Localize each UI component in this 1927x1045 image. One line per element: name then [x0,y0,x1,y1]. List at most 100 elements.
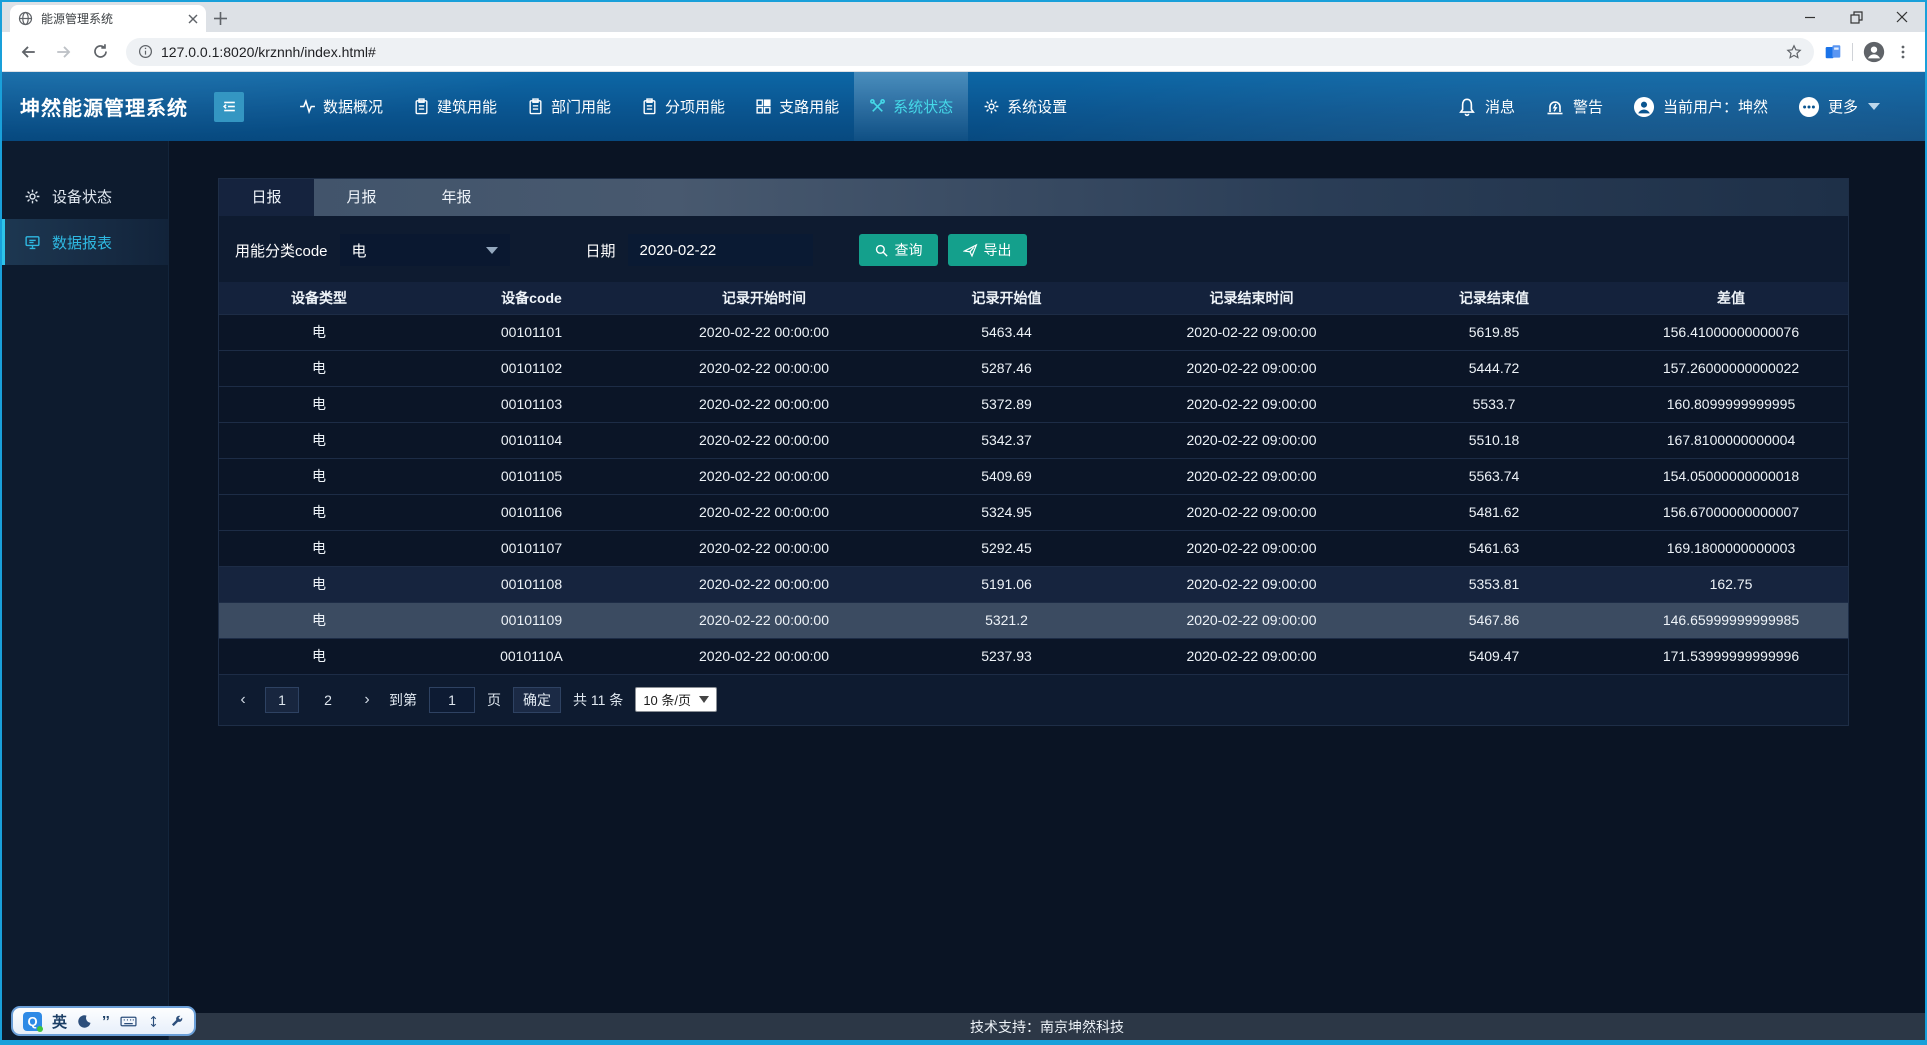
prev-page-icon[interactable]: ‹ [233,691,253,709]
tab-monthly[interactable]: 月报 [314,179,409,216]
profile-avatar-icon[interactable] [1863,41,1885,63]
table-row[interactable]: 电001011062020-02-22 00:00:005324.952020-… [219,494,1848,530]
ellipsis-circle-icon [1798,96,1820,118]
punctuation-icon[interactable]: ’’ [102,1013,110,1030]
gear-icon [983,98,1000,115]
keyboard-icon[interactable] [120,1013,137,1030]
table-row[interactable]: 电001011022020-02-22 00:00:005287.462020-… [219,350,1848,386]
column-header: 记录开始值 [884,282,1129,314]
activity-icon [299,98,316,115]
nav-item-system-status[interactable]: 系统状态 [854,72,968,141]
grid-icon [755,98,772,115]
next-page-icon[interactable]: › [357,691,377,709]
wrench-icon[interactable] [170,1014,184,1028]
browser-window: 能源管理系统 127.0.0.1:8020/krznnh/ [0,0,1927,1045]
page-button-1[interactable]: 1 [265,687,299,713]
tab-daily[interactable]: 日报 [219,179,314,216]
more-label: 更多 [1828,96,1858,117]
app-header: 坤然能源管理系统 数据概况 建筑用能 部门用能 分项用能 支 [2,72,1925,141]
nav-item-system-settings[interactable]: 系统设置 [968,72,1082,141]
siren-icon [1545,97,1565,117]
minimize-button[interactable] [1787,2,1833,32]
messages-label: 消息 [1485,96,1515,117]
nav-item-department-energy[interactable]: 部门用能 [512,72,626,141]
reload-button[interactable] [84,36,116,68]
table-cell: 5481.62 [1374,494,1614,530]
nav-item-data-overview[interactable]: 数据概况 [284,72,398,141]
bookmark-star-icon[interactable] [1786,44,1802,60]
table-cell: 5287.46 [884,350,1129,386]
table-row[interactable]: 电001011082020-02-22 00:00:005191.062020-… [219,566,1848,602]
table-cell: 00101108 [419,566,644,602]
page-info-icon[interactable] [138,44,153,59]
table-cell: 2020-02-22 09:00:00 [1129,458,1374,494]
table-row[interactable]: 电001011012020-02-22 00:00:005463.442020-… [219,314,1848,350]
column-header: 记录开始时间 [644,282,884,314]
clipboard-icon [413,98,430,115]
export-label: 导出 [984,240,1012,260]
current-user[interactable]: 当前用户：坤然 [1633,96,1768,118]
restore-button[interactable] [1833,2,1879,32]
table-cell: 00101102 [419,350,644,386]
column-header: 记录结束时间 [1129,282,1374,314]
tab-title: 能源管理系统 [41,10,180,27]
category-select[interactable]: 电 [340,234,510,266]
app-footer: 技术支持：南京坤然科技 [169,1013,1925,1040]
nav-item-branch-energy[interactable]: 支路用能 [740,72,854,141]
sidebar-toggle-button[interactable] [214,92,244,122]
page-size-select[interactable]: 10 条/页 [635,687,717,712]
layout-toggle-icon[interactable] [147,1015,160,1028]
table-cell: 电 [219,458,419,494]
messages-button[interactable]: 消息 [1457,96,1515,117]
table-row[interactable]: 电001011042020-02-22 00:00:005342.372020-… [219,422,1848,458]
url-text[interactable]: 127.0.0.1:8020/krznnh/index.html# [161,44,1778,60]
nav-label: 分项用能 [665,96,725,117]
table-cell: 5237.93 [884,638,1129,674]
table-cell: 2020-02-22 00:00:00 [644,386,884,422]
page-button-2[interactable]: 2 [311,687,345,713]
more-button[interactable]: 更多 [1798,96,1880,118]
table-cell: 5510.18 [1374,422,1614,458]
nav-item-subitem-energy[interactable]: 分项用能 [626,72,740,141]
sidebar-item-data-report[interactable]: 数据报表 [2,219,168,265]
globe-favicon-icon [18,11,33,26]
table-row[interactable]: 电001011072020-02-22 00:00:005292.452020-… [219,530,1848,566]
moon-icon[interactable] [77,1014,92,1029]
browser-tab[interactable]: 能源管理系统 [10,5,206,32]
ime-logo-icon[interactable]: Q [23,1012,42,1031]
table-cell: 2020-02-22 00:00:00 [644,602,884,638]
confirm-button[interactable]: 确定 [513,687,561,713]
chrome-menu-icon[interactable] [1895,44,1911,60]
page-size-value: 10 条/页 [643,690,691,709]
table-row[interactable]: 电001011092020-02-22 00:00:005321.22020-0… [219,602,1848,638]
query-button[interactable]: 查询 [859,234,938,266]
table-cell: 160.8099999999995 [1614,386,1848,422]
extension-icon[interactable] [1824,43,1842,61]
ime-mode-label[interactable]: 英 [52,1011,67,1032]
table-cell: 146.65999999999985 [1614,602,1848,638]
forward-button[interactable] [48,36,80,68]
back-button[interactable] [12,36,44,68]
close-window-button[interactable] [1879,2,1925,32]
goto-page-input[interactable]: 1 [429,687,475,713]
url-bar[interactable]: 127.0.0.1:8020/krznnh/index.html# [126,38,1814,66]
nav-label: 建筑用能 [437,96,497,117]
table-cell: 电 [219,566,419,602]
table-row[interactable]: 电001011052020-02-22 00:00:005409.692020-… [219,458,1848,494]
report-panel: 日报 月报 年报 用能分类code 电 日期 2020-02-22 [218,178,1849,726]
new-tab-button[interactable] [206,5,234,32]
ime-toolbar[interactable]: Q 英 ’’ [11,1006,196,1036]
tab-close-icon[interactable] [188,14,198,24]
sidebar-item-device-status[interactable]: 设备状态 [2,173,168,219]
nav-item-building-energy[interactable]: 建筑用能 [398,72,512,141]
table-row[interactable]: 电001011032020-02-22 00:00:005372.892020-… [219,386,1848,422]
table-row[interactable]: 电0010110A2020-02-22 00:00:005237.932020-… [219,638,1848,674]
table-cell: 电 [219,494,419,530]
table-cell: 2020-02-22 00:00:00 [644,314,884,350]
alerts-button[interactable]: 警告 [1545,96,1603,117]
tab-yearly[interactable]: 年报 [409,179,504,216]
date-input[interactable]: 2020-02-22 [628,234,813,266]
table-cell: 电 [219,386,419,422]
app-brand: 坤然能源管理系统 [20,92,188,121]
export-button[interactable]: 导出 [948,234,1027,266]
